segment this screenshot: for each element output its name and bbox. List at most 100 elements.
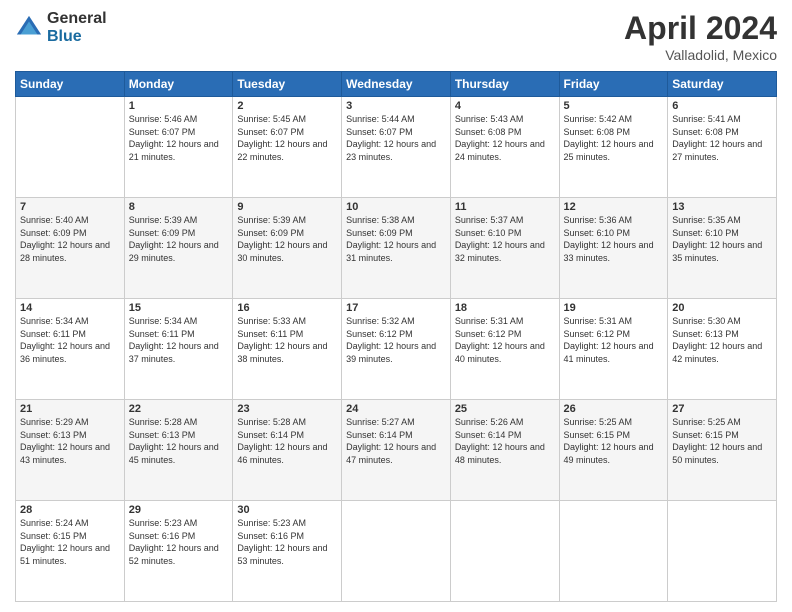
day-number: 25 xyxy=(455,403,555,415)
day-number: 16 xyxy=(237,302,337,314)
calendar-cell: 28Sunrise: 5:24 AMSunset: 6:15 PMDayligh… xyxy=(16,501,125,602)
day-info: Sunrise: 5:25 AMSunset: 6:15 PMDaylight:… xyxy=(564,416,664,466)
day-number: 4 xyxy=(455,100,555,112)
day-number: 10 xyxy=(346,201,446,213)
day-info: Sunrise: 5:34 AMSunset: 6:11 PMDaylight:… xyxy=(20,315,120,365)
day-info: Sunrise: 5:37 AMSunset: 6:10 PMDaylight:… xyxy=(455,214,555,264)
calendar-cell: 8Sunrise: 5:39 AMSunset: 6:09 PMDaylight… xyxy=(124,198,233,299)
day-info: Sunrise: 5:28 AMSunset: 6:13 PMDaylight:… xyxy=(129,416,229,466)
calendar-cell: 3Sunrise: 5:44 AMSunset: 6:07 PMDaylight… xyxy=(342,97,451,198)
day-info: Sunrise: 5:46 AMSunset: 6:07 PMDaylight:… xyxy=(129,113,229,163)
week-row-0: 1Sunrise: 5:46 AMSunset: 6:07 PMDaylight… xyxy=(16,97,777,198)
calendar-cell: 23Sunrise: 5:28 AMSunset: 6:14 PMDayligh… xyxy=(233,400,342,501)
day-number: 8 xyxy=(129,201,229,213)
calendar-cell: 19Sunrise: 5:31 AMSunset: 6:12 PMDayligh… xyxy=(559,299,668,400)
day-info: Sunrise: 5:25 AMSunset: 6:15 PMDaylight:… xyxy=(672,416,772,466)
day-number: 23 xyxy=(237,403,337,415)
week-row-2: 14Sunrise: 5:34 AMSunset: 6:11 PMDayligh… xyxy=(16,299,777,400)
calendar-cell: 18Sunrise: 5:31 AMSunset: 6:12 PMDayligh… xyxy=(450,299,559,400)
calendar-cell xyxy=(16,97,125,198)
calendar-cell: 5Sunrise: 5:42 AMSunset: 6:08 PMDaylight… xyxy=(559,97,668,198)
day-number: 22 xyxy=(129,403,229,415)
day-number: 21 xyxy=(20,403,120,415)
header: General Blue April 2024 Valladolid, Mexi… xyxy=(15,10,777,63)
day-info: Sunrise: 5:24 AMSunset: 6:15 PMDaylight:… xyxy=(20,517,120,567)
page: General Blue April 2024 Valladolid, Mexi… xyxy=(0,0,792,612)
logo-general: General xyxy=(47,10,107,28)
day-info: Sunrise: 5:23 AMSunset: 6:16 PMDaylight:… xyxy=(129,517,229,567)
calendar-cell xyxy=(668,501,777,602)
week-row-4: 28Sunrise: 5:24 AMSunset: 6:15 PMDayligh… xyxy=(16,501,777,602)
main-title: April 2024 xyxy=(624,10,777,47)
day-number: 24 xyxy=(346,403,446,415)
day-info: Sunrise: 5:30 AMSunset: 6:13 PMDaylight:… xyxy=(672,315,772,365)
calendar-cell: 29Sunrise: 5:23 AMSunset: 6:16 PMDayligh… xyxy=(124,501,233,602)
day-info: Sunrise: 5:36 AMSunset: 6:10 PMDaylight:… xyxy=(564,214,664,264)
day-number: 30 xyxy=(237,504,337,516)
calendar-cell: 11Sunrise: 5:37 AMSunset: 6:10 PMDayligh… xyxy=(450,198,559,299)
day-info: Sunrise: 5:26 AMSunset: 6:14 PMDaylight:… xyxy=(455,416,555,466)
weekday-header-wednesday: Wednesday xyxy=(342,72,451,97)
calendar-table: SundayMondayTuesdayWednesdayThursdayFrid… xyxy=(15,71,777,602)
day-number: 1 xyxy=(129,100,229,112)
calendar-cell: 13Sunrise: 5:35 AMSunset: 6:10 PMDayligh… xyxy=(668,198,777,299)
day-info: Sunrise: 5:33 AMSunset: 6:11 PMDaylight:… xyxy=(237,315,337,365)
calendar-cell: 1Sunrise: 5:46 AMSunset: 6:07 PMDaylight… xyxy=(124,97,233,198)
day-info: Sunrise: 5:23 AMSunset: 6:16 PMDaylight:… xyxy=(237,517,337,567)
day-info: Sunrise: 5:31 AMSunset: 6:12 PMDaylight:… xyxy=(455,315,555,365)
week-row-3: 21Sunrise: 5:29 AMSunset: 6:13 PMDayligh… xyxy=(16,400,777,501)
calendar-cell: 2Sunrise: 5:45 AMSunset: 6:07 PMDaylight… xyxy=(233,97,342,198)
calendar-cell: 16Sunrise: 5:33 AMSunset: 6:11 PMDayligh… xyxy=(233,299,342,400)
day-info: Sunrise: 5:31 AMSunset: 6:12 PMDaylight:… xyxy=(564,315,664,365)
calendar-cell xyxy=(342,501,451,602)
day-number: 19 xyxy=(564,302,664,314)
weekday-header-thursday: Thursday xyxy=(450,72,559,97)
logo-icon xyxy=(15,14,43,42)
day-info: Sunrise: 5:38 AMSunset: 6:09 PMDaylight:… xyxy=(346,214,446,264)
day-info: Sunrise: 5:42 AMSunset: 6:08 PMDaylight:… xyxy=(564,113,664,163)
calendar-cell: 25Sunrise: 5:26 AMSunset: 6:14 PMDayligh… xyxy=(450,400,559,501)
day-info: Sunrise: 5:44 AMSunset: 6:07 PMDaylight:… xyxy=(346,113,446,163)
day-number: 17 xyxy=(346,302,446,314)
calendar-cell: 15Sunrise: 5:34 AMSunset: 6:11 PMDayligh… xyxy=(124,299,233,400)
calendar-cell: 22Sunrise: 5:28 AMSunset: 6:13 PMDayligh… xyxy=(124,400,233,501)
day-number: 26 xyxy=(564,403,664,415)
day-number: 2 xyxy=(237,100,337,112)
day-number: 5 xyxy=(564,100,664,112)
logo-blue: Blue xyxy=(47,28,107,46)
calendar-cell xyxy=(450,501,559,602)
day-info: Sunrise: 5:41 AMSunset: 6:08 PMDaylight:… xyxy=(672,113,772,163)
day-number: 3 xyxy=(346,100,446,112)
calendar-cell: 27Sunrise: 5:25 AMSunset: 6:15 PMDayligh… xyxy=(668,400,777,501)
day-number: 6 xyxy=(672,100,772,112)
calendar-cell: 20Sunrise: 5:30 AMSunset: 6:13 PMDayligh… xyxy=(668,299,777,400)
day-number: 29 xyxy=(129,504,229,516)
day-number: 28 xyxy=(20,504,120,516)
calendar-cell: 17Sunrise: 5:32 AMSunset: 6:12 PMDayligh… xyxy=(342,299,451,400)
day-info: Sunrise: 5:45 AMSunset: 6:07 PMDaylight:… xyxy=(237,113,337,163)
calendar-cell: 6Sunrise: 5:41 AMSunset: 6:08 PMDaylight… xyxy=(668,97,777,198)
title-block: April 2024 Valladolid, Mexico xyxy=(624,10,777,63)
day-info: Sunrise: 5:39 AMSunset: 6:09 PMDaylight:… xyxy=(237,214,337,264)
header-row: SundayMondayTuesdayWednesdayThursdayFrid… xyxy=(16,72,777,97)
day-number: 18 xyxy=(455,302,555,314)
weekday-header-sunday: Sunday xyxy=(16,72,125,97)
day-number: 11 xyxy=(455,201,555,213)
calendar-cell: 7Sunrise: 5:40 AMSunset: 6:09 PMDaylight… xyxy=(16,198,125,299)
day-info: Sunrise: 5:39 AMSunset: 6:09 PMDaylight:… xyxy=(129,214,229,264)
calendar-cell: 26Sunrise: 5:25 AMSunset: 6:15 PMDayligh… xyxy=(559,400,668,501)
day-number: 12 xyxy=(564,201,664,213)
logo: General Blue xyxy=(15,10,107,45)
day-number: 13 xyxy=(672,201,772,213)
calendar-cell: 10Sunrise: 5:38 AMSunset: 6:09 PMDayligh… xyxy=(342,198,451,299)
day-number: 7 xyxy=(20,201,120,213)
day-info: Sunrise: 5:34 AMSunset: 6:11 PMDaylight:… xyxy=(129,315,229,365)
calendar-cell: 12Sunrise: 5:36 AMSunset: 6:10 PMDayligh… xyxy=(559,198,668,299)
weekday-header-tuesday: Tuesday xyxy=(233,72,342,97)
calendar-cell: 24Sunrise: 5:27 AMSunset: 6:14 PMDayligh… xyxy=(342,400,451,501)
day-number: 15 xyxy=(129,302,229,314)
day-number: 27 xyxy=(672,403,772,415)
day-info: Sunrise: 5:27 AMSunset: 6:14 PMDaylight:… xyxy=(346,416,446,466)
day-info: Sunrise: 5:40 AMSunset: 6:09 PMDaylight:… xyxy=(20,214,120,264)
day-number: 9 xyxy=(237,201,337,213)
